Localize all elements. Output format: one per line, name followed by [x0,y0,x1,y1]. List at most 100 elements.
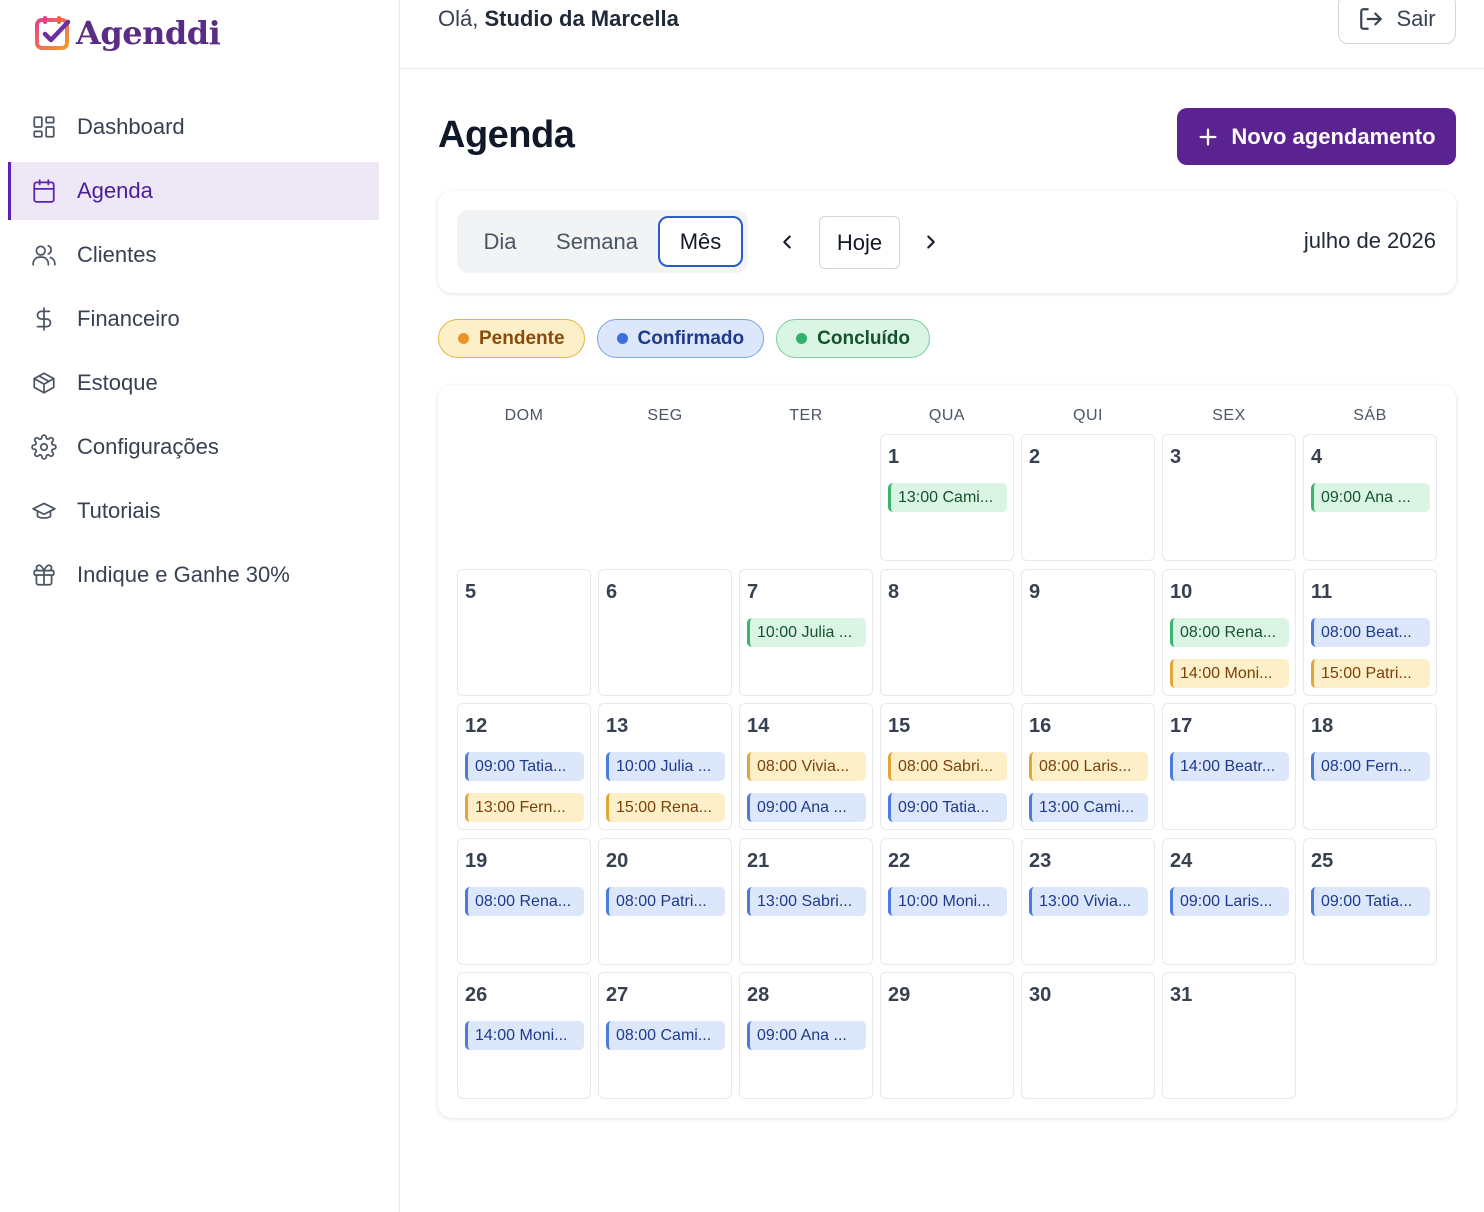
day-cell[interactable]: 2 [1021,434,1155,561]
day-cell[interactable]: 3 [1162,434,1296,561]
day-cell[interactable]: 25 09:00 Tatia... [1303,838,1437,965]
page-title: Agenda [438,114,575,156]
sidebar-item-label: Configurações [77,434,219,459]
day-cell[interactable]: 28 09:00 Ana ... [739,972,873,1099]
appointment-chip[interactable]: 13:00 Fern... [465,793,584,822]
day-cell[interactable]: 17 14:00 Beatr... [1162,703,1296,830]
new-appointment-button[interactable]: Novo agendamento [1177,108,1456,165]
appointment-chip[interactable]: 09:00 Tatia... [465,752,584,781]
sidebar-item-financeiro[interactable]: Financeiro [8,290,379,348]
day-cell[interactable]: 27 08:00 Cami... [598,972,732,1099]
box-icon [33,372,55,394]
sidebar-item-tutoriais[interactable]: Tutoriais [8,482,379,540]
sidebar-item-label: Agenda [77,178,153,203]
dashboard-icon [33,116,55,138]
appointment-chip[interactable]: 08:00 Laris... [1029,752,1148,781]
day-cell[interactable]: 18 08:00 Fern... [1303,703,1437,830]
appointment-chip[interactable]: 10:00 Moni... [888,887,1007,916]
appointment-chip[interactable]: 15:00 Rena... [606,793,725,822]
day-number: 11 [1311,581,1333,603]
day-cell[interactable]: 1 13:00 Cami... [880,434,1014,561]
day-cell[interactable]: 15 08:00 Sabri... 09:00 Tatia... [880,703,1014,830]
appointment-chip[interactable]: 08:00 Sabri... [888,752,1007,781]
chevron-right-icon [927,235,935,249]
day-number: 19 [465,850,488,872]
brand-logo[interactable]: Agenddi [34,14,221,52]
day-number: 7 [747,581,759,603]
appointment-chip[interactable]: 09:00 Ana ... [747,1021,866,1050]
view-day-button[interactable]: Dia [465,216,535,267]
appointment-chip[interactable]: 14:00 Moni... [465,1021,584,1050]
day-cell[interactable]: 31 [1162,972,1296,1099]
appointment-chip[interactable]: 08:00 Cami... [606,1021,725,1050]
day-cell[interactable]: 7 10:00 Julia ... [739,569,873,696]
day-cell[interactable]: 30 [1021,972,1155,1099]
appointment-chip[interactable]: 09:00 Ana ... [1311,483,1430,512]
appointment-chip[interactable]: 09:00 Tatia... [1311,887,1430,916]
today-button[interactable]: Hoje [819,216,900,269]
next-month-button[interactable] [916,227,946,257]
appointment-chip[interactable]: 10:00 Julia ... [747,618,866,647]
appointment-chip[interactable]: 13:00 Sabri... [747,887,866,916]
appointment-chip[interactable]: 08:00 Vivia... [747,752,866,781]
day-cell[interactable]: 20 08:00 Patri... [598,838,732,965]
day-cell[interactable]: 13 10:00 Julia ... 15:00 Rena... [598,703,732,830]
legend-confirmado: Confirmado [596,319,765,358]
day-cell[interactable]: 24 09:00 Laris... [1162,838,1296,965]
day-cell[interactable]: 19 08:00 Rena... [457,838,591,965]
day-number: 17 [1170,715,1193,737]
sidebar-item-configuracoes[interactable]: Configurações [8,418,379,476]
users-icon [32,244,56,266]
day-cell[interactable]: 6 [598,569,732,696]
day-cell[interactable]: 4 09:00 Ana ... [1303,434,1437,561]
view-week-button[interactable]: Semana [541,216,653,267]
appointment-chip[interactable]: 13:00 Vivia... [1029,887,1148,916]
day-cell[interactable]: 23 13:00 Vivia... [1021,838,1155,965]
day-number: 28 [747,984,770,1006]
day-cell[interactable]: 29 [880,972,1014,1099]
appointment-chip[interactable]: 13:00 Cami... [888,483,1007,512]
sidebar-item-clientes[interactable]: Clientes [8,226,379,284]
brand-name: Agenddi [76,14,221,52]
day-number: 23 [1029,850,1052,872]
appointment-chip[interactable]: 14:00 Moni... [1170,659,1289,688]
day-cell[interactable]: 9 [1021,569,1155,696]
appointment-chip[interactable]: 09:00 Ana ... [747,793,866,822]
appointment-chip[interactable]: 08:00 Patri... [606,887,725,916]
legend-label: Confirmado [637,327,745,349]
sidebar-item-label: Clientes [77,242,157,267]
appointment-chip[interactable]: 08:00 Beat... [1311,618,1430,647]
appointment-chip[interactable]: 08:00 Rena... [1170,618,1289,647]
appointment-chip[interactable]: 15:00 Patri... [1311,659,1430,688]
logout-button[interactable]: Sair [1338,0,1456,44]
sidebar-item-indique-e-ganhe-30[interactable]: Indique e Ganhe 30% [8,546,379,604]
view-switcher: Dia Semana Mês [457,210,748,273]
day-cell[interactable]: 16 08:00 Laris... 13:00 Cami... [1021,703,1155,830]
day-cell[interactable]: 12 09:00 Tatia... 13:00 Fern... [457,703,591,830]
appointment-chip[interactable]: 14:00 Beatr... [1170,752,1289,781]
prev-month-button[interactable] [772,227,802,257]
weekday-header: QUI [1073,407,1103,424]
appointment-chip[interactable]: 10:00 Julia ... [606,752,725,781]
logout-icon [1360,8,1383,30]
sidebar-item-agenda[interactable]: Agenda [8,162,379,220]
day-cell[interactable]: 14 08:00 Vivia... 09:00 Ana ... [739,703,873,830]
sidebar-item-dashboard[interactable]: Dashboard [8,98,379,156]
day-cell[interactable]: 22 10:00 Moni... [880,838,1014,965]
day-cell[interactable]: 21 13:00 Sabri... [739,838,873,965]
day-number: 18 [1311,715,1334,737]
appointment-chip[interactable]: 08:00 Fern... [1311,752,1430,781]
day-cell[interactable]: 8 [880,569,1014,696]
gear-icon [31,434,57,460]
view-month-button[interactable]: Mês [658,216,743,267]
day-cell[interactable]: 10 08:00 Rena... 14:00 Moni... [1162,569,1296,696]
day-cell[interactable]: 11 08:00 Beat... 15:00 Patri... [1303,569,1437,696]
sidebar-item-estoque[interactable]: Estoque [8,354,379,412]
day-cell[interactable]: 26 14:00 Moni... [457,972,591,1099]
appointment-chip[interactable]: 13:00 Cami... [1029,793,1148,822]
appointment-chip[interactable]: 09:00 Laris... [1170,887,1289,916]
appointment-chip[interactable]: 09:00 Tatia... [888,793,1007,822]
day-cell[interactable]: 5 [457,569,591,696]
calendar-icon [33,179,55,203]
appointment-chip[interactable]: 08:00 Rena... [465,887,584,916]
